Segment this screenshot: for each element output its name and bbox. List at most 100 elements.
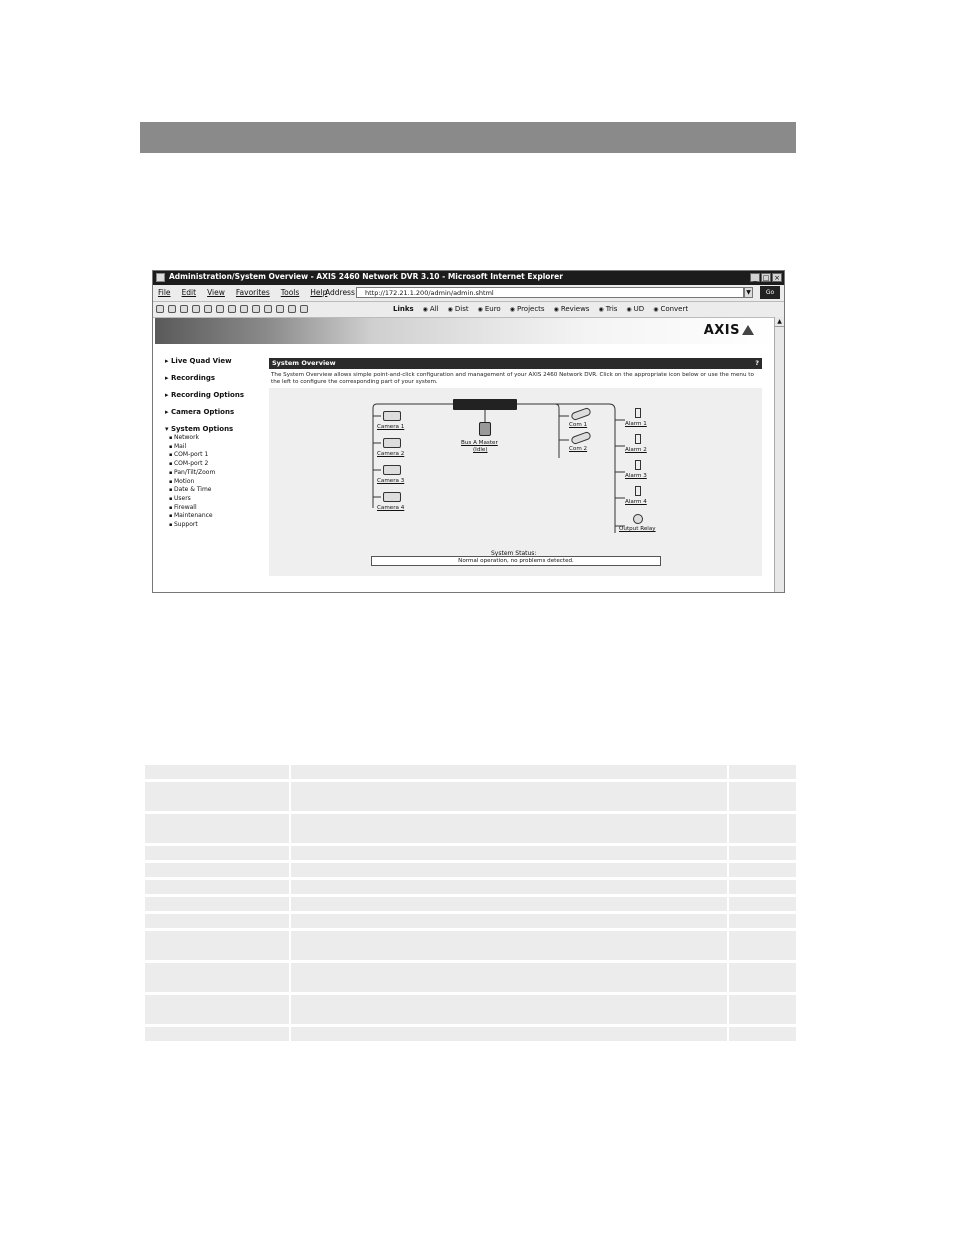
dvr-icon[interactable] <box>453 399 517 410</box>
alarm-2-link[interactable]: Alarm 2 <box>625 447 647 453</box>
connection-lines <box>372 403 625 533</box>
help-icon[interactable]: ? <box>755 358 759 369</box>
table-cell <box>145 880 291 894</box>
minimize-button[interactable]: _ <box>750 273 760 282</box>
forward-icon[interactable] <box>168 305 176 313</box>
alarm-input-icon[interactable] <box>635 434 641 444</box>
link-reviews[interactable]: Reviews <box>554 305 590 313</box>
table-cell <box>145 897 291 911</box>
address-input[interactable]: http://172.21.1.200/admin/admin.shtml <box>356 287 744 298</box>
history-icon[interactable] <box>252 305 260 313</box>
vertical-scrollbar[interactable]: ▲ <box>774 317 784 592</box>
com-1-link[interactable]: Com 1 <box>569 422 587 428</box>
media-icon[interactable] <box>240 305 248 313</box>
table-cell <box>145 863 291 877</box>
menu-favorites[interactable]: Favorites <box>236 288 270 297</box>
output-relay-icon[interactable] <box>633 514 643 524</box>
table-row <box>145 863 796 877</box>
close-button[interactable]: × <box>772 273 782 282</box>
ie-icon <box>156 273 165 282</box>
edit-icon[interactable] <box>288 305 296 313</box>
table-cell <box>291 782 729 811</box>
left-nav: Live Quad View Recordings Recording Opti… <box>165 357 265 530</box>
alarm-4-link[interactable]: Alarm 4 <box>625 499 647 505</box>
print-icon[interactable] <box>276 305 284 313</box>
nav-sub-users[interactable]: Users <box>165 495 265 504</box>
nav-sub-pan-tilt-zoom[interactable]: Pan/Tilt/Zoom <box>165 469 265 478</box>
stop-icon[interactable] <box>180 305 188 313</box>
com-2-link[interactable]: Com 2 <box>569 446 587 452</box>
link-dist[interactable]: Dist <box>448 305 469 313</box>
camera-1-link[interactable]: Camera 1 <box>377 424 404 430</box>
link-all[interactable]: All <box>423 305 439 313</box>
bus-a-master-link[interactable]: Bus A Master <box>461 440 498 446</box>
address-dropdown-icon[interactable]: ▼ <box>744 287 753 298</box>
nav-sub-com-port-1[interactable]: COM-port 1 <box>165 451 265 460</box>
table-cell <box>145 963 291 992</box>
nav-sub-network[interactable]: Network <box>165 434 265 443</box>
table-cell <box>291 880 729 894</box>
camera-2-link[interactable]: Camera 2 <box>377 451 404 457</box>
nav-recording-options[interactable]: Recording Options <box>165 391 265 399</box>
nav-sub-com-port-2[interactable]: COM-port 2 <box>165 460 265 469</box>
camera-icon[interactable] <box>383 438 401 448</box>
link-convert[interactable]: Convert <box>653 305 688 313</box>
link-ud[interactable]: UD <box>626 305 645 313</box>
alarm-3-link[interactable]: Alarm 3 <box>625 473 647 479</box>
camera-icon[interactable] <box>383 492 401 502</box>
nav-sub-mail[interactable]: Mail <box>165 443 265 452</box>
nav-system-options[interactable]: System Options <box>165 425 265 433</box>
nav-sub-support[interactable]: Support <box>165 521 265 530</box>
table-cell <box>729 846 796 860</box>
alarm-input-icon[interactable] <box>635 408 641 418</box>
alarm-input-icon[interactable] <box>635 460 641 470</box>
camera-3-link[interactable]: Camera 3 <box>377 478 404 484</box>
table-cell <box>729 931 796 960</box>
table-cell <box>145 782 291 811</box>
go-button[interactable]: Go <box>760 286 780 299</box>
nav-sub-firewall[interactable]: Firewall <box>165 504 265 513</box>
camera-icon[interactable] <box>383 465 401 475</box>
output-relay-link[interactable]: Output Relay <box>619 526 656 532</box>
link-euro[interactable]: Euro <box>478 305 501 313</box>
nav-camera-options[interactable]: Camera Options <box>165 408 265 416</box>
table-cell <box>729 897 796 911</box>
nav-sub-motion[interactable]: Motion <box>165 478 265 487</box>
favorites-icon[interactable] <box>228 305 236 313</box>
panel-title-text: System Overview <box>272 359 336 367</box>
camera-4-link[interactable]: Camera 4 <box>377 505 404 511</box>
nav-live-quad-view[interactable]: Live Quad View <box>165 357 265 365</box>
nav-recordings[interactable]: Recordings <box>165 374 265 382</box>
system-diagram: Camera 1 Camera 2 Camera 3 Camera 4 Bus … <box>269 388 762 576</box>
table-cell <box>729 963 796 992</box>
maximize-button[interactable]: □ <box>761 273 771 282</box>
back-icon[interactable] <box>156 305 164 313</box>
menu-bar: File Edit View Favorites Tools Help Addr… <box>153 285 784 302</box>
menu-edit[interactable]: Edit <box>182 288 197 297</box>
alarm-1-link[interactable]: Alarm 1 <box>625 421 647 427</box>
alarm-input-icon[interactable] <box>635 486 641 496</box>
menu-file[interactable]: File <box>158 288 171 297</box>
mail-icon[interactable] <box>264 305 272 313</box>
camera-icon[interactable] <box>383 411 401 421</box>
table-cell <box>145 1027 291 1041</box>
link-projects[interactable]: Projects <box>510 305 545 313</box>
refresh-icon[interactable] <box>192 305 200 313</box>
table-cell <box>145 995 291 1024</box>
table-row <box>145 897 796 911</box>
table-cell <box>291 846 729 860</box>
discuss-icon[interactable] <box>300 305 308 313</box>
link-tris[interactable]: Tris <box>598 305 618 313</box>
nav-sub-maintenance[interactable]: Maintenance <box>165 512 265 521</box>
hard-disk-icon[interactable] <box>479 422 491 436</box>
table-row <box>145 995 796 1024</box>
nav-sub-date-time[interactable]: Date & Time <box>165 486 265 495</box>
home-icon[interactable] <box>204 305 212 313</box>
menu-tools[interactable]: Tools <box>281 288 299 297</box>
scroll-up-icon[interactable]: ▲ <box>775 317 784 327</box>
table-cell <box>291 914 729 928</box>
menu-view[interactable]: View <box>207 288 225 297</box>
table-row <box>145 1027 796 1041</box>
search-icon[interactable] <box>216 305 224 313</box>
table-cell <box>729 863 796 877</box>
